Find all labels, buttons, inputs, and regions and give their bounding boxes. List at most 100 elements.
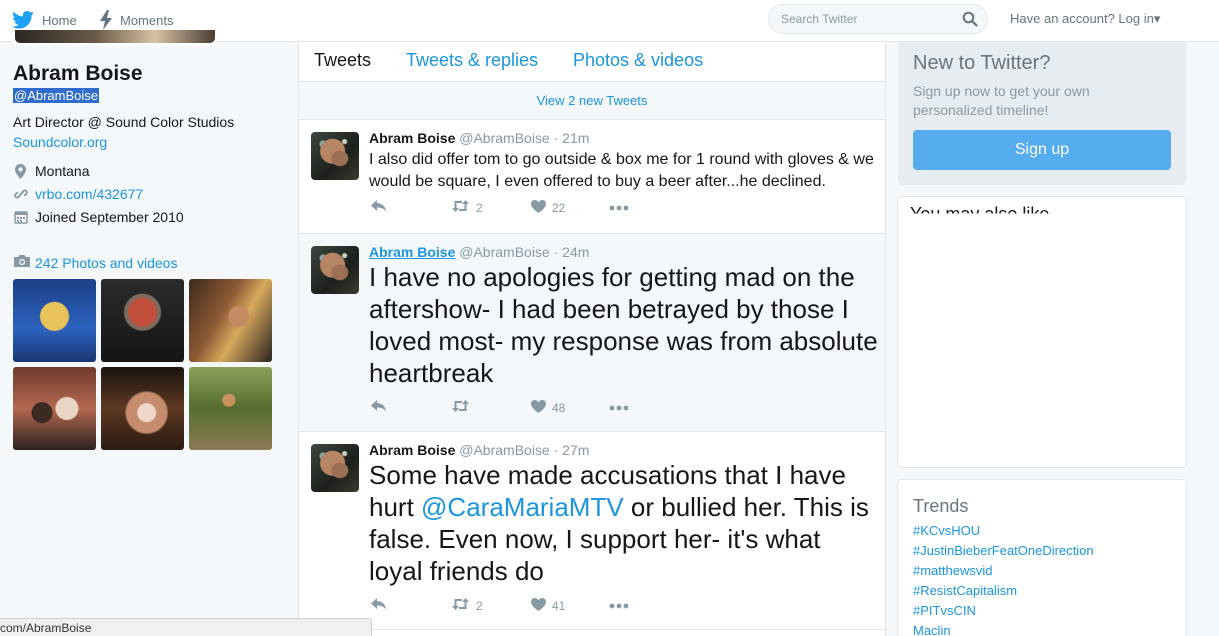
tweet-timestamp[interactable]: · 21m bbox=[554, 130, 590, 146]
signup-card: New to Twitter? Sign up now to get your … bbox=[898, 42, 1186, 185]
photo-grid bbox=[13, 279, 272, 450]
more-options-button[interactable] bbox=[609, 200, 629, 214]
search-icon[interactable] bbox=[962, 11, 978, 32]
tweet[interactable]: Abram Boise @AbramBoise · 21m I also did… bbox=[299, 120, 885, 234]
retweet-button[interactable]: 2 bbox=[451, 200, 483, 215]
heart-icon bbox=[531, 598, 546, 614]
photo-thumbnail[interactable] bbox=[13, 367, 96, 450]
link-icon bbox=[13, 187, 28, 201]
profile-bio-link[interactable]: Soundcolor.org bbox=[13, 134, 107, 150]
tab-photos-videos[interactable]: Photos & videos bbox=[573, 50, 703, 71]
trend-item[interactable]: #KCvsHOU bbox=[913, 522, 1094, 542]
location-pin-icon bbox=[13, 163, 28, 179]
tweet-author-name[interactable]: Abram Boise bbox=[369, 244, 455, 260]
tweet-timestamp[interactable]: · 24m bbox=[554, 244, 590, 260]
photo-thumbnail[interactable] bbox=[189, 367, 272, 450]
twitter-bird-icon bbox=[12, 11, 34, 29]
tab-tweets[interactable]: Tweets bbox=[314, 50, 371, 71]
profile-url-text[interactable]: vrbo.com/432677 bbox=[35, 186, 143, 202]
tweet-text: I also did offer tom to go outside & box… bbox=[369, 151, 874, 190]
tweet-text: I have no apologies for getting mad on t… bbox=[369, 262, 878, 388]
tweet-author-handle[interactable]: @AbramBoise bbox=[459, 442, 549, 458]
photo-thumbnail[interactable] bbox=[13, 279, 96, 362]
tweet-author-handle[interactable]: @AbramBoise bbox=[459, 130, 549, 146]
trend-item[interactable]: Maclin bbox=[913, 622, 1094, 636]
tweet-text: Some have made accusations that I have h… bbox=[369, 459, 879, 587]
you-may-also-like-title: You may also like bbox=[910, 204, 1050, 224]
reply-button[interactable] bbox=[371, 400, 387, 415]
tweet-mention-link[interactable]: @CaraMariaMTV bbox=[421, 492, 624, 522]
like-count: 22 bbox=[552, 201, 566, 215]
like-count: 41 bbox=[552, 599, 566, 613]
photo-thumbnail[interactable] bbox=[101, 279, 184, 362]
trend-item[interactable]: #matthewsvid bbox=[913, 562, 1094, 582]
like-button[interactable]: 48 bbox=[531, 400, 565, 416]
reply-button[interactable] bbox=[371, 200, 387, 215]
reply-icon bbox=[371, 200, 387, 215]
profile-location: Montana bbox=[13, 163, 89, 179]
tweet-avatar[interactable] bbox=[311, 246, 359, 294]
tweet-avatar[interactable] bbox=[311, 444, 359, 492]
tweet-avatar[interactable] bbox=[311, 132, 359, 180]
photos-videos-label[interactable]: 242 Photos and videos bbox=[35, 255, 177, 271]
login-link[interactable]: Have an account? Log in▾ bbox=[1010, 11, 1160, 27]
photo-thumbnail[interactable] bbox=[189, 279, 272, 362]
tweet[interactable]: Abram Boise @AbramBoise · 27m Some have … bbox=[299, 432, 885, 630]
like-button[interactable]: 41 bbox=[531, 598, 565, 614]
nav-home-label: Home bbox=[42, 12, 77, 28]
signup-title: New to Twitter? bbox=[913, 52, 1051, 74]
profile-location-text: Montana bbox=[35, 163, 90, 179]
profile-joined: Joined September 2010 bbox=[13, 209, 184, 225]
reply-icon bbox=[371, 598, 387, 613]
tweet-header: Abram Boise @AbramBoise · 27m bbox=[369, 442, 589, 458]
tweet-actions: 2 41 bbox=[371, 598, 671, 618]
more-options-button[interactable] bbox=[609, 598, 629, 612]
tweet-author-name[interactable]: Abram Boise bbox=[369, 442, 455, 458]
lightning-bolt-icon bbox=[100, 10, 112, 30]
retweet-button[interactable]: 2 bbox=[451, 598, 483, 613]
tweet-author-handle[interactable]: @AbramBoise bbox=[459, 244, 549, 260]
more-options-button[interactable] bbox=[609, 400, 629, 414]
camera-icon bbox=[13, 254, 31, 271]
profile-avatar[interactable] bbox=[12, 30, 218, 46]
retweet-icon bbox=[451, 598, 470, 613]
retweet-count: 2 bbox=[476, 200, 483, 215]
timeline: Tweets Tweets & replies Photos & videos … bbox=[298, 42, 886, 636]
trend-item[interactable]: #JustinBieberFeatOneDirection bbox=[913, 542, 1094, 562]
signup-button[interactable]: Sign up bbox=[913, 130, 1171, 170]
you-may-also-like-card: You may also like bbox=[897, 196, 1187, 468]
tweet-author-name[interactable]: Abram Boise bbox=[369, 130, 455, 146]
profile-handle[interactable]: @AbramBoise bbox=[13, 88, 100, 103]
profile-name[interactable]: Abram Boise bbox=[13, 62, 143, 86]
search-input[interactable] bbox=[769, 5, 959, 33]
timeline-tabs: Tweets Tweets & replies Photos & videos bbox=[299, 42, 885, 82]
retweet-button[interactable] bbox=[451, 400, 476, 415]
retweet-count: 2 bbox=[476, 598, 483, 613]
tweet-timestamp[interactable]: · 27m bbox=[554, 442, 590, 458]
like-count: 48 bbox=[552, 401, 566, 415]
retweet-icon bbox=[451, 400, 470, 415]
retweet-icon bbox=[451, 200, 470, 215]
photos-videos-link[interactable]: 242 Photos and videos bbox=[13, 254, 177, 271]
heart-icon bbox=[531, 200, 546, 216]
tweet[interactable]: Abram Boise @AbramBoise · 24m I have no … bbox=[299, 234, 885, 432]
tweet-header: Abram Boise @AbramBoise · 21m bbox=[369, 130, 589, 146]
profile-url[interactable]: vrbo.com/432677 bbox=[13, 186, 143, 202]
view-new-tweets-bar[interactable]: View 2 new Tweets bbox=[299, 82, 885, 120]
trend-item[interactable]: #ResistCapitalism bbox=[913, 582, 1094, 602]
like-button[interactable]: 22 bbox=[531, 200, 565, 216]
tweet-header: Abram Boise @AbramBoise · 24m bbox=[369, 244, 589, 260]
more-dots-icon bbox=[609, 598, 629, 612]
browser-status-bar: com/AbramBoise bbox=[0, 618, 372, 636]
nav-moments-label: Moments bbox=[120, 12, 174, 28]
heart-icon bbox=[531, 400, 546, 416]
tab-tweets-replies[interactable]: Tweets & replies bbox=[406, 50, 538, 71]
profile-bio: Art Director @ Sound Color Studios bbox=[13, 114, 235, 130]
trends-list: #KCvsHOU #JustinBieberFeatOneDirection #… bbox=[913, 522, 1094, 636]
more-dots-icon bbox=[609, 200, 629, 214]
trend-item[interactable]: #PITvsCIN bbox=[913, 602, 1094, 622]
tweet-actions: 2 22 bbox=[371, 200, 671, 220]
signup-description: Sign up now to get your own personalized… bbox=[913, 83, 1090, 118]
photo-thumbnail[interactable] bbox=[101, 367, 184, 450]
reply-button[interactable] bbox=[371, 598, 387, 613]
